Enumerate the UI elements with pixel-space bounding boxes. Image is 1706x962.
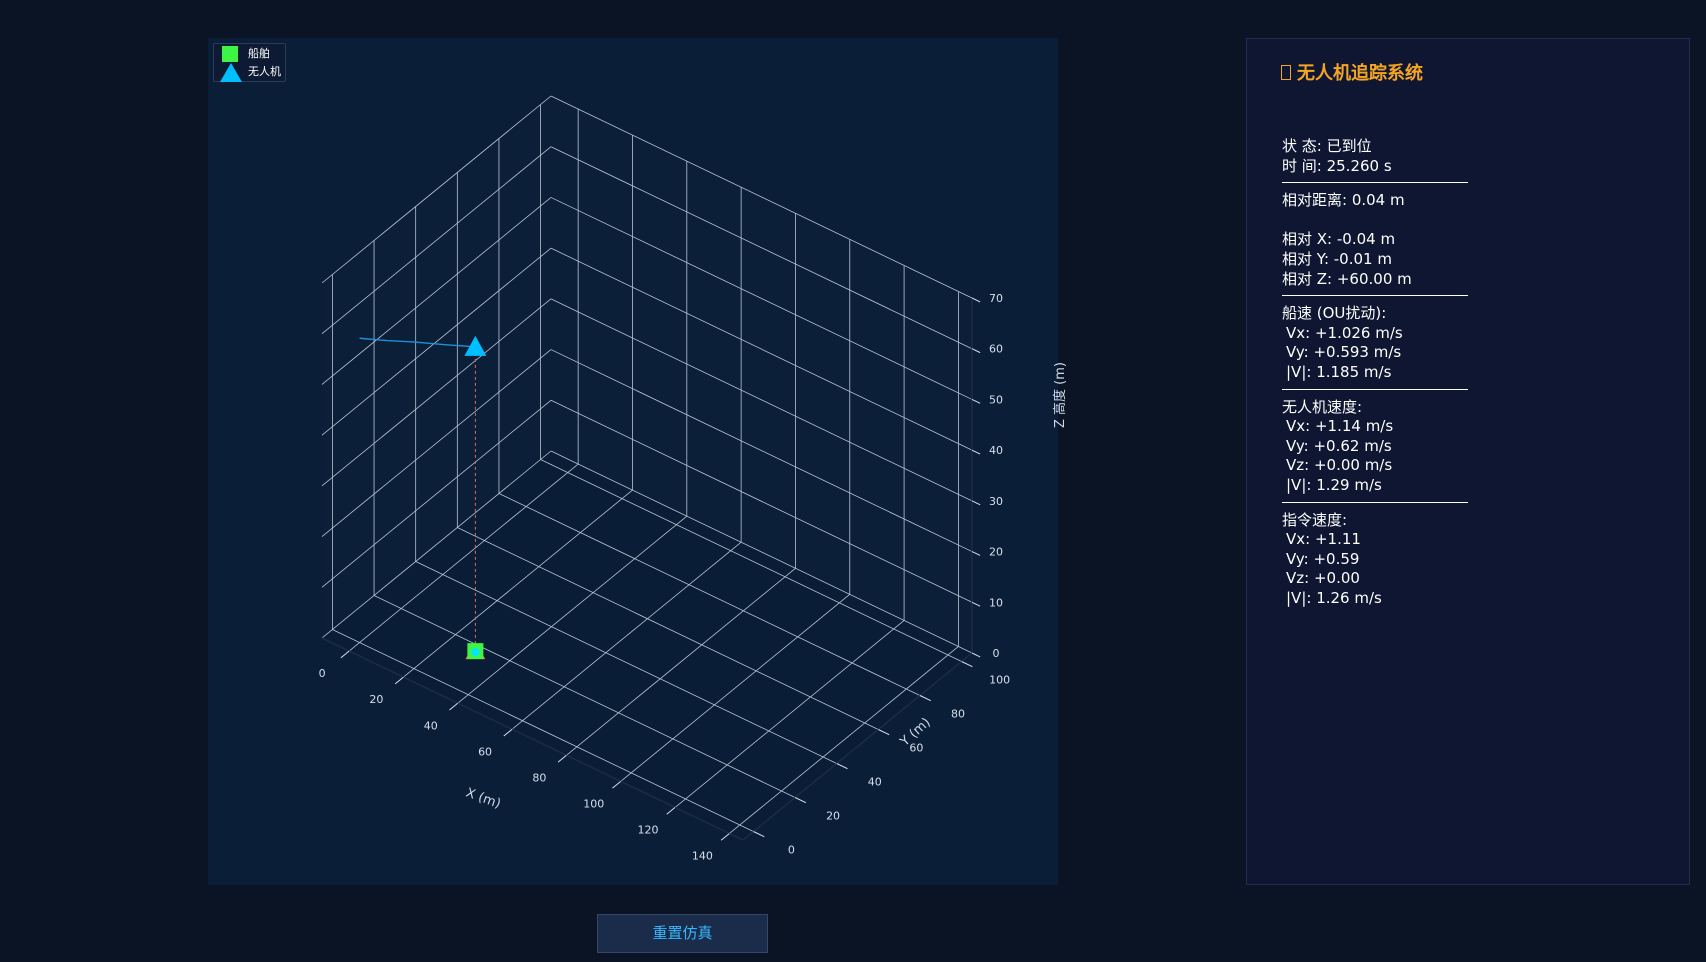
ship-vx-text: Vx: +1.026 m/s	[1286, 323, 1403, 342]
x-tick-label: 100	[583, 797, 604, 810]
divider	[1282, 182, 1468, 184]
legend-label-drone: 无人机	[248, 65, 281, 78]
legend-label-ship: 船舶	[248, 47, 270, 60]
drone-vy-text: Vy: +0.62 m/s	[1286, 436, 1392, 455]
plot-legend: 船舶 无人机	[213, 43, 286, 82]
z-tick-label: 0	[993, 647, 1000, 660]
ship-speed-magnitude-text: |V|: 1.185 m/s	[1286, 362, 1392, 381]
x-tick-label: 140	[692, 850, 713, 863]
ship-speed-header: 船速 (OU扰动):	[1282, 304, 1387, 323]
y-tick-label: 100	[989, 674, 1010, 687]
drone-vz-text: Vz: +0.00 m/s	[1286, 456, 1393, 475]
x-tick-label: 60	[478, 745, 492, 758]
panel-title: 无人机追踪系统	[1281, 59, 1423, 85]
drone-triangle-icon	[220, 63, 242, 82]
drone-speed-magnitude-text: |V|: 1.29 m/s	[1286, 475, 1382, 494]
divider	[1282, 501, 1468, 503]
ship-square-icon	[222, 46, 238, 62]
status-text: 状 态: 已到位	[1282, 137, 1372, 155]
y-tick-label: 80	[951, 708, 965, 721]
z-tick-label: 60	[989, 343, 1003, 356]
x-tick-label: 120	[638, 824, 659, 837]
telemetry-readout: 状 态: 已到位 时 间: 25.260 s 相对距离: 0.04 m 相对 X…	[1282, 137, 1468, 608]
relative-x-text: 相对 X: -0.04 m	[1282, 230, 1396, 249]
divider	[1282, 295, 1468, 297]
command-vx-text: Vx: +1.11	[1286, 530, 1361, 549]
x-tick-label: 20	[369, 693, 383, 706]
relative-y-text: 相对 Y: -0.01 m	[1282, 249, 1392, 268]
command-speed-header: 指令速度:	[1282, 510, 1348, 529]
z-tick-label: 40	[989, 444, 1003, 457]
z-tick-label: 20	[989, 546, 1003, 559]
panel-title-text: 无人机追踪系统	[1297, 63, 1423, 84]
relative-distance-text: 相对距离: 0.04 m	[1282, 191, 1405, 210]
z-tick-label: 10	[989, 596, 1003, 609]
drone-vx-text: Vx: +1.14 m/s	[1286, 417, 1394, 436]
reset-simulation-button[interactable]: 重置仿真	[597, 914, 768, 953]
time-text: 时 间: 25.260 s	[1282, 156, 1392, 175]
x-tick-label: 80	[532, 771, 546, 784]
y-tick-label: 40	[868, 776, 882, 789]
ship-center-dot	[471, 648, 480, 657]
y-tick-label: 20	[826, 810, 840, 823]
y-tick-label: 0	[788, 844, 795, 857]
z-tick-label: 50	[989, 393, 1003, 406]
divider	[1282, 388, 1468, 390]
command-vz-text: Vz: +0.00	[1286, 569, 1360, 588]
x-tick-label: 0	[319, 667, 326, 680]
z-tick-label: 70	[989, 292, 1003, 305]
z-axis-label: Z 高度 (m)	[1052, 362, 1068, 428]
z-tick-label: 30	[989, 495, 1003, 508]
drone-speed-header: 无人机速度:	[1282, 397, 1363, 416]
command-vy-text: Vy: +0.59	[1286, 549, 1360, 568]
ship-vy-text: Vy: +0.593 m/s	[1286, 343, 1402, 362]
x-tick-label: 40	[424, 719, 438, 732]
relative-z-text: 相对 Z: +60.00 m	[1282, 269, 1412, 288]
command-speed-magnitude-text: |V|: 1.26 m/s	[1286, 588, 1382, 607]
missing-glyph-icon	[1281, 65, 1291, 80]
tracking-info-panel: 无人机追踪系统 状 态: 已到位 时 间: 25.260 s 相对距离: 0.0…	[1246, 38, 1690, 885]
axes-3d: 0 20 40 60 80 100 120 140 0 20 40 60 80 100 0 10 20 30 40 5…	[208, 38, 1058, 885]
